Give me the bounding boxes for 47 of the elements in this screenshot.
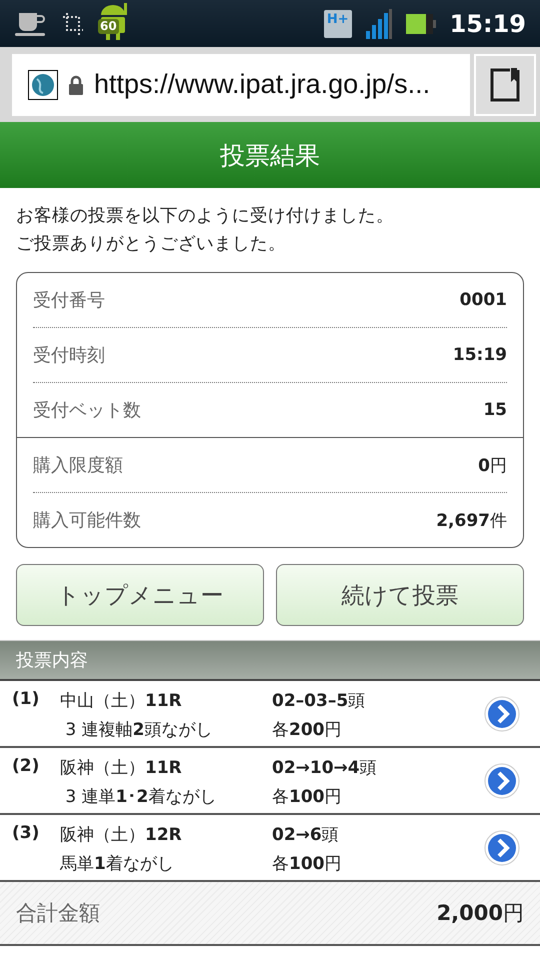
summary-label: 購入可能件数	[33, 509, 141, 532]
signal-icon	[366, 8, 392, 38]
address-field[interactable]: https://www.ipat.jra.go.jp/s...	[12, 54, 470, 116]
bet-combination: 02→6頭	[272, 824, 340, 846]
cup-icon	[14, 10, 48, 36]
bet-type: 馬単1着ながし	[60, 853, 175, 875]
summary-label: 購入限度額	[33, 454, 123, 477]
total-value: 2,000円	[436, 900, 524, 927]
total-label: 合計金額	[16, 900, 100, 927]
bet-type: 3 連複軸2頭ながし	[64, 719, 214, 741]
chevron-icon[interactable]	[484, 830, 520, 866]
crop-icon	[62, 12, 84, 36]
bet-type: 3 連単1･2着ながし	[64, 786, 218, 808]
bet-amount: 各200円	[272, 719, 342, 741]
bet-amount: 各100円	[272, 786, 342, 808]
globe-icon	[28, 70, 58, 100]
bookmark-icon	[490, 68, 520, 102]
chevron-icon[interactable]	[484, 696, 520, 732]
network-type-icon: H+	[324, 10, 352, 38]
race-name: 阪神（土）11R	[60, 757, 183, 779]
bet-combination: 02–03–5頭	[272, 690, 366, 712]
summary-label: 受付番号	[33, 289, 105, 312]
summary-value: 15:19	[452, 345, 507, 365]
bet-amount: 各100円	[272, 853, 342, 875]
race-name: 阪神（土）12R	[60, 824, 183, 846]
lock-icon	[68, 74, 84, 94]
summary-label: 受付時刻	[33, 344, 105, 367]
confirmation-message: お客様の投票を以下のように受け付けました。 ご投票ありがとうございました。	[16, 205, 395, 256]
bookmark-button[interactable]	[474, 54, 536, 116]
bet-combination: 02→10→4頭	[272, 757, 378, 779]
summary-value: 0円	[478, 454, 507, 476]
menu-button[interactable]: 続けて投票	[276, 564, 524, 626]
summary-label: 受付ベット数	[33, 399, 141, 422]
summary-value: 15	[483, 400, 507, 420]
battery-icon	[406, 14, 436, 34]
chevron-icon[interactable]	[484, 762, 520, 798]
section-header: 投票内容	[0, 640, 540, 681]
summary-value: 0001	[460, 290, 507, 310]
notification-count: 60	[98, 18, 119, 34]
menu-button[interactable]: トップメニュー	[16, 564, 264, 626]
bet-number: (1)	[12, 689, 40, 709]
page-title: 投票結果	[0, 122, 540, 188]
race-name: 中山（土）11R	[60, 690, 183, 712]
bet-number: (3)	[12, 823, 40, 843]
summary-value: 2,697件	[436, 510, 507, 532]
clock: 15:19	[450, 10, 526, 38]
bet-number: (2)	[12, 756, 40, 776]
